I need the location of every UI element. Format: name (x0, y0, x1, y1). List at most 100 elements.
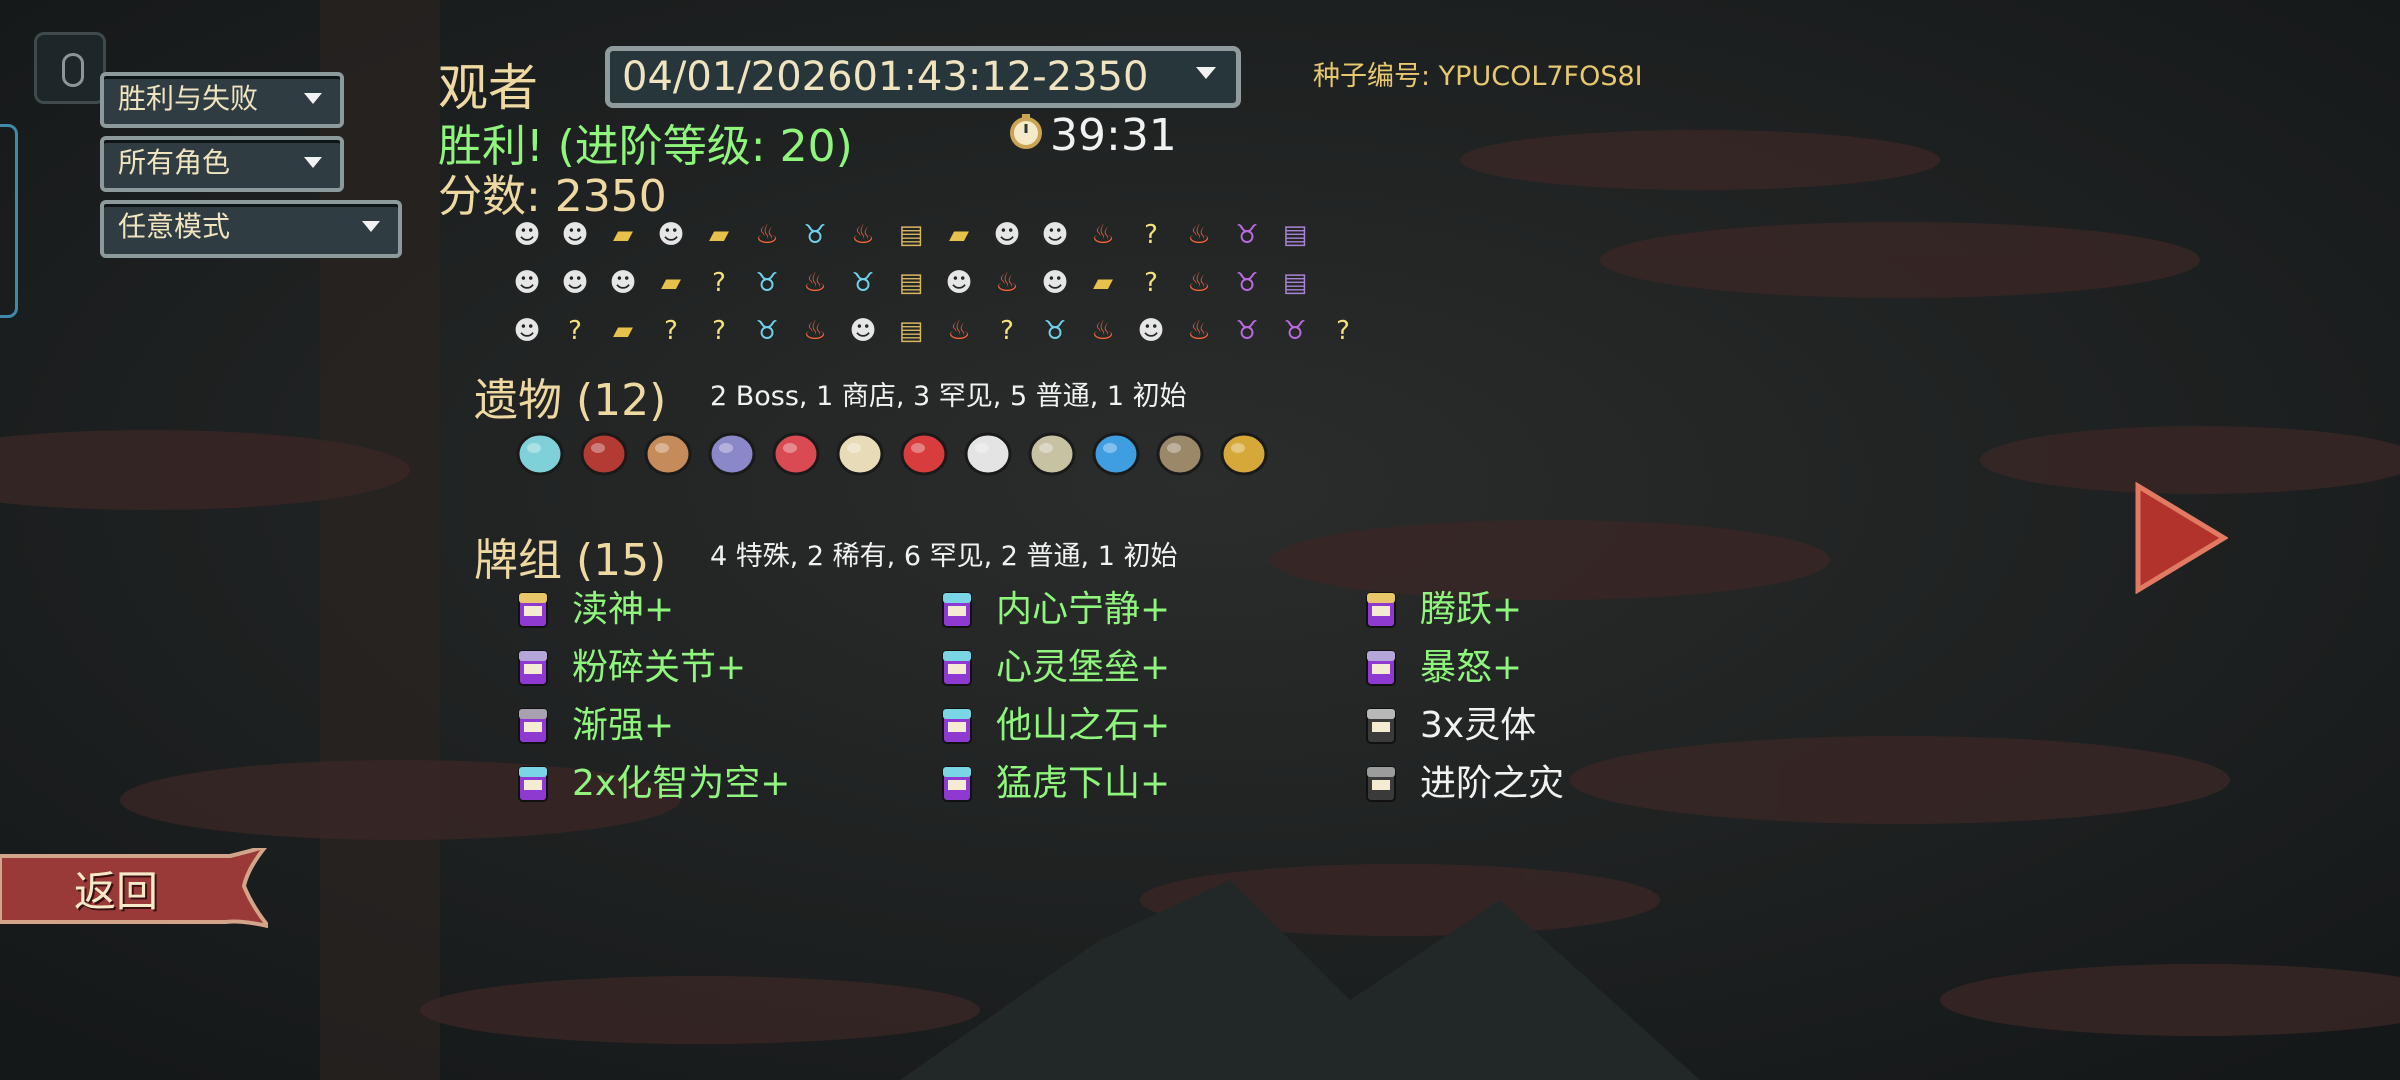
filter-character-label: 所有角色 (118, 146, 231, 179)
unknown-room-icon[interactable]: ? (1134, 218, 1168, 252)
elite-room-icon[interactable]: ♨ (798, 314, 832, 348)
card-icon (942, 708, 972, 744)
menu-toggle-button[interactable] (34, 32, 106, 104)
monster-room-icon[interactable]: ☻ (654, 218, 688, 252)
card-name: 渎神+ (572, 589, 675, 630)
egg-icon[interactable] (832, 420, 888, 480)
deck-title: 牌组 (15) (474, 535, 667, 586)
unknown-room-icon[interactable]: ? (702, 266, 736, 300)
run-select-dropdown[interactable]: 04/01/202601:43:12-2350 (605, 46, 1241, 108)
filter-mode-dropdown[interactable]: 任意模式 (100, 200, 402, 258)
monster-room-icon[interactable]: ☻ (558, 266, 592, 300)
chevron-down-icon (362, 221, 380, 232)
run-timer: 39:31 (1050, 110, 1177, 161)
side-panel-edge (0, 124, 18, 318)
chevron-down-icon (1196, 67, 1216, 79)
treasure-room-icon[interactable]: ▰ (942, 218, 976, 252)
elite-room-icon[interactable]: ♨ (1086, 218, 1120, 252)
monster-room-icon[interactable]: ☻ (1038, 218, 1072, 252)
elite-room-icon[interactable]: ♨ (1182, 266, 1216, 300)
teardrop-locket-icon[interactable] (512, 420, 568, 480)
card-name: 腾跃+ (1420, 589, 1523, 630)
boss2-room-icon[interactable]: ♉ (1230, 314, 1264, 348)
card-icon (942, 766, 972, 802)
boss-room-icon[interactable]: ♉ (798, 218, 832, 252)
chest-room-icon[interactable]: ▤ (1278, 266, 1312, 300)
treasure-room-icon[interactable]: ▰ (702, 218, 736, 252)
monster-room-icon[interactable]: ☻ (990, 218, 1024, 252)
return-button-label: 返回 (74, 867, 159, 916)
elite-room-icon[interactable]: ♨ (798, 266, 832, 300)
elite-room-icon[interactable]: ♨ (1086, 314, 1120, 348)
wooden-plank-icon[interactable] (1152, 420, 1208, 480)
filter-character-dropdown[interactable]: 所有角色 (100, 136, 344, 192)
card-name: 猛虎下山+ (996, 763, 1171, 804)
unknown-pct-room-icon[interactable]: ? (990, 314, 1024, 348)
card-name: 暴怒+ (1420, 647, 1523, 688)
shop-room-icon[interactable]: ▤ (894, 266, 928, 300)
boss-room-icon[interactable]: ♉ (1038, 314, 1072, 348)
monster-room-icon[interactable]: ☻ (558, 218, 592, 252)
monster-room-icon[interactable]: ☻ (606, 266, 640, 300)
meat-on-bone-icon[interactable] (640, 420, 696, 480)
chest-room-icon[interactable]: ▤ (1278, 218, 1312, 252)
next-page-arrow-icon[interactable] (2132, 481, 2229, 595)
monster-room-icon[interactable]: ☻ (510, 314, 544, 348)
return-button[interactable]: 返回 (0, 844, 274, 930)
ink-bottle-icon[interactable] (1088, 420, 1144, 480)
elite-room-icon[interactable]: ♨ (1182, 218, 1216, 252)
elite-room-icon[interactable]: ♨ (990, 266, 1024, 300)
strawberry-icon[interactable] (896, 420, 952, 480)
card-icon (518, 708, 548, 744)
elite-room-icon[interactable]: ♨ (750, 218, 784, 252)
monster-room-icon[interactable]: ☻ (846, 314, 880, 348)
treasure-room-icon[interactable]: ▰ (606, 314, 640, 348)
stopwatch-icon (1008, 112, 1044, 150)
shop-room-icon[interactable]: ▤ (894, 314, 928, 348)
treasure-room-icon[interactable]: ▰ (654, 266, 688, 300)
unknown-room-icon[interactable]: ? (1134, 266, 1168, 300)
monster-room-icon[interactable]: ☻ (510, 266, 544, 300)
deck-summary: 4 特殊, 2 稀有, 6 罕见, 2 普通, 1 初始 (710, 541, 1178, 572)
card-icon (1366, 708, 1396, 744)
birdcage-icon[interactable] (1024, 420, 1080, 480)
shell-icon[interactable] (704, 420, 760, 480)
boss-room-icon[interactable]: ♉ (846, 266, 880, 300)
unknown-room-icon[interactable]: ? (558, 314, 592, 348)
boss-room-icon[interactable]: ♉ (750, 314, 784, 348)
card-name: 粉碎关节+ (572, 647, 747, 688)
filter-mode-label: 任意模式 (118, 210, 231, 243)
shop-room-icon[interactable]: ▤ (894, 218, 928, 252)
elite-room-icon[interactable]: ♨ (846, 218, 880, 252)
filter-win-loss-label: 胜利与失败 (118, 82, 259, 115)
card-name: 渐强+ (572, 705, 675, 746)
relics-title: 遗物 (12) (474, 375, 667, 426)
card-name: 他山之石+ (996, 705, 1171, 746)
monster-room-icon[interactable]: ☻ (510, 218, 544, 252)
relics-summary: 2 Boss, 1 商店, 3 罕见, 5 普通, 1 初始 (710, 381, 1187, 412)
chevron-down-icon (304, 157, 322, 168)
unknown-room-icon[interactable]: ? (1326, 314, 1360, 348)
unknown-pct-room-icon[interactable]: ? (654, 314, 688, 348)
red-pouch-icon[interactable] (768, 420, 824, 480)
card-name: 3x灵体 (1420, 705, 1537, 746)
monster-room-icon[interactable]: ☻ (942, 266, 976, 300)
treasure-room-icon[interactable]: ▰ (606, 218, 640, 252)
boss2-room-icon[interactable]: ♉ (1230, 266, 1264, 300)
sunflower-pot-icon[interactable] (1216, 420, 1272, 480)
elite-room-icon[interactable]: ♨ (942, 314, 976, 348)
boss-room-icon[interactable]: ♉ (750, 266, 784, 300)
unknown-room-icon[interactable]: ? (702, 314, 736, 348)
seed-text: 种子编号: YPUCOL7FOS8I (1313, 61, 1643, 92)
chevron-down-icon (304, 93, 322, 104)
diamond-icon (62, 53, 84, 87)
nunchaku-icon[interactable] (576, 420, 632, 480)
monster-room-icon[interactable]: ☻ (1038, 266, 1072, 300)
filter-win-loss-dropdown[interactable]: 胜利与失败 (100, 72, 344, 128)
treasure-room-icon[interactable]: ▰ (1086, 266, 1120, 300)
monster-room-icon[interactable]: ☻ (1134, 314, 1168, 348)
elephant-icon[interactable] (960, 420, 1016, 480)
boss2-room-icon[interactable]: ♉ (1230, 218, 1264, 252)
boss2-room-icon[interactable]: ♉ (1278, 314, 1312, 348)
elite-room-icon[interactable]: ♨ (1182, 314, 1216, 348)
